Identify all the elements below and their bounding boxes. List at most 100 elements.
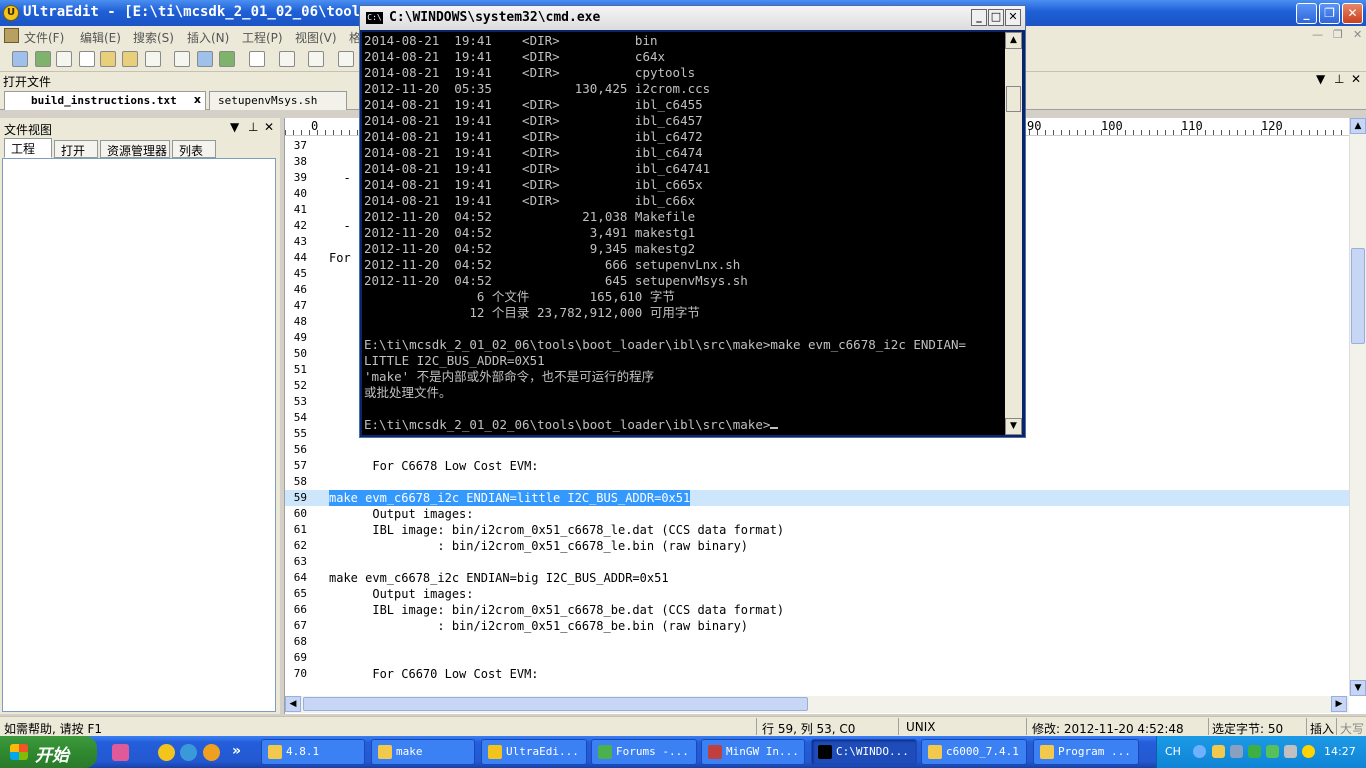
panel-close-icon[interactable]: ✕	[264, 120, 274, 134]
spreadsheet-icon[interactable]	[219, 51, 235, 67]
code-line[interactable]: 59 make evm_c6678_i2c ENDIAN=little I2C_B…	[285, 490, 1349, 506]
quicklaunch-icon[interactable]	[112, 744, 129, 761]
tab-setupenvmsys[interactable]: setupenvMsys.sh	[209, 91, 347, 110]
scroll-thumb[interactable]	[1006, 86, 1021, 112]
code-line[interactable]: 68	[285, 634, 1349, 650]
console-output[interactable]: 2014-08-21 19:41 <DIR> bin 2014-08-21 19:…	[362, 32, 1005, 435]
menu-file[interactable]: 文件(F)	[24, 29, 64, 46]
menu-view[interactable]: 视图(V)	[295, 29, 337, 46]
tray-volume-icon[interactable]	[1284, 745, 1297, 758]
document-icon[interactable]	[249, 51, 265, 67]
code-line[interactable]: 70 For C6670 Low Cost EVM:	[285, 666, 1349, 682]
scroll-right-icon[interactable]: ▶	[1331, 696, 1347, 712]
horizontal-scrollbar[interactable]: ◀ ▶	[285, 696, 1349, 713]
undo-icon[interactable]	[12, 51, 28, 67]
close-button[interactable]: ✕	[1342, 3, 1363, 24]
maximize-button[interactable]: ❐	[1319, 3, 1340, 24]
scroll-up-icon[interactable]: ▲	[1005, 32, 1022, 49]
forward-arrow-icon[interactable]	[56, 51, 72, 67]
pin-icon[interactable]: ⊥	[1334, 72, 1344, 86]
mdi-minimize-icon[interactable]: —	[1312, 28, 1323, 41]
code-line[interactable]: 65 Output images:	[285, 586, 1349, 602]
scroll-up-icon[interactable]: ▲	[1350, 118, 1366, 134]
file-view-body[interactable]	[2, 158, 276, 712]
ie-quicklaunch-icon[interactable]	[180, 744, 197, 761]
pin-icon[interactable]: ⊥	[248, 120, 258, 134]
firefox-quicklaunch-icon[interactable]	[203, 744, 220, 761]
quicklaunch-overflow-icon[interactable]: »	[232, 743, 241, 759]
mdi-restore-icon[interactable]: ❐	[1333, 28, 1343, 41]
hex-icon[interactable]	[308, 51, 324, 67]
ultraedit-app-icon[interactable]: U	[3, 5, 19, 21]
taskbar-item[interactable]: Forums -...	[591, 739, 697, 765]
dropdown-icon[interactable]: ▼	[230, 120, 239, 134]
taskbar-item[interactable]: Program ...	[1033, 739, 1139, 765]
list-icon[interactable]	[338, 51, 354, 67]
cmd-close-button[interactable]: ✕	[1005, 9, 1021, 26]
tab-close-icon[interactable]: x	[194, 93, 201, 106]
code-line[interactable]: 60 Output images:	[285, 506, 1349, 522]
minimize-button[interactable]: _	[1296, 3, 1317, 24]
print-preview-icon[interactable]	[197, 51, 213, 67]
tray-qq-icon[interactable]	[1212, 745, 1225, 758]
taskbar-item[interactable]: C:\WINDO...	[811, 739, 917, 765]
cmd-title-bar[interactable]: C:\ C:\WINDOWS\system32\cmd.exe _ □ ✕	[360, 6, 1025, 30]
scroll-down-icon[interactable]: ▼	[1350, 680, 1366, 696]
panel-close-icon[interactable]: ✕	[1351, 72, 1361, 86]
new-file-icon[interactable]	[79, 51, 95, 67]
code-line[interactable]: 67 : bin/i2crom_0x51_c6678_be.bin (raw b…	[285, 618, 1349, 634]
tray-update-icon[interactable]	[1302, 745, 1315, 758]
code-line[interactable]: 64 make evm_c6678_i2c ENDIAN=big I2C_BUS_…	[285, 570, 1349, 586]
taskbar-item[interactable]: make	[371, 739, 475, 765]
back-arrow-icon[interactable]	[35, 51, 51, 67]
code-line[interactable]: 57 For C6678 Low Cost EVM:	[285, 458, 1349, 474]
input-language[interactable]: CH	[1165, 745, 1181, 758]
tray-app-icon[interactable]	[1266, 745, 1279, 758]
document-menu-icon[interactable]	[4, 28, 19, 43]
code-line[interactable]: 61 IBL image: bin/i2crom_0x51_c6678_le.d…	[285, 522, 1349, 538]
taskbar-item[interactable]: 4.8.1	[261, 739, 365, 765]
code-line[interactable]: 58	[285, 474, 1349, 490]
scroll-down-icon[interactable]: ▼	[1005, 418, 1022, 435]
tab-open[interactable]: 打开	[54, 140, 98, 158]
taskbar-item[interactable]: UltraEdi...	[481, 739, 587, 765]
taskbar-item[interactable]: MinGW In...	[701, 739, 805, 765]
save-icon[interactable]	[145, 51, 161, 67]
scroll-thumb[interactable]	[1351, 248, 1365, 344]
vertical-scrollbar[interactable]: ▲ ▼	[1349, 118, 1366, 696]
tray-expand-icon[interactable]	[1193, 745, 1206, 758]
cmd-maximize-button[interactable]: □	[988, 9, 1004, 26]
menu-search[interactable]: 搜索(S)	[133, 29, 174, 46]
code-line[interactable]: 62 : bin/i2crom_0x51_c6678_le.bin (raw b…	[285, 538, 1349, 554]
mdi-close-icon[interactable]: ✕	[1353, 28, 1362, 41]
taskbar-item[interactable]: c6000_7.4.1	[921, 739, 1027, 765]
cmd-icon[interactable]: C:\	[366, 12, 383, 24]
code-line[interactable]: 69	[285, 650, 1349, 666]
tab-project[interactable]: 工程	[4, 138, 52, 158]
wrap-icon[interactable]	[279, 51, 295, 67]
tray-network-icon[interactable]	[1230, 745, 1243, 758]
tray-shield-icon[interactable]	[1248, 745, 1261, 758]
cmd-window[interactable]: C:\ C:\WINDOWS\system32\cmd.exe _ □ ✕ 20…	[359, 5, 1026, 438]
dropdown-icon[interactable]: ▼	[1316, 72, 1325, 86]
scroll-thumb[interactable]	[303, 697, 808, 711]
code-line[interactable]: 66 IBL image: bin/i2crom_0x51_c6678_be.d…	[285, 602, 1349, 618]
menu-insert[interactable]: 插入(N)	[187, 29, 229, 46]
line-number: 69	[293, 651, 307, 664]
scroll-left-icon[interactable]: ◀	[285, 696, 301, 712]
open-folder-icon[interactable]	[100, 51, 116, 67]
tab-explorer[interactable]: 资源管理器	[100, 140, 170, 158]
code-line[interactable]: 56	[285, 442, 1349, 458]
clock[interactable]: 14:27	[1324, 745, 1356, 758]
ultraedit-quicklaunch-icon[interactable]	[158, 744, 175, 761]
cmd-scrollbar[interactable]: ▲ ▼	[1005, 32, 1022, 435]
menu-edit[interactable]: 编辑(E)	[80, 29, 121, 46]
code-line[interactable]: 63	[285, 554, 1349, 570]
print-icon[interactable]	[174, 51, 190, 67]
open-icon[interactable]	[122, 51, 138, 67]
menu-project[interactable]: 工程(P)	[242, 29, 283, 46]
tab-list[interactable]: 列表	[172, 140, 216, 158]
cmd-minimize-button[interactable]: _	[971, 9, 987, 26]
start-button[interactable]: 开始	[0, 736, 97, 768]
tab-build-instructions[interactable]: build_instructions.txt x	[4, 91, 206, 110]
